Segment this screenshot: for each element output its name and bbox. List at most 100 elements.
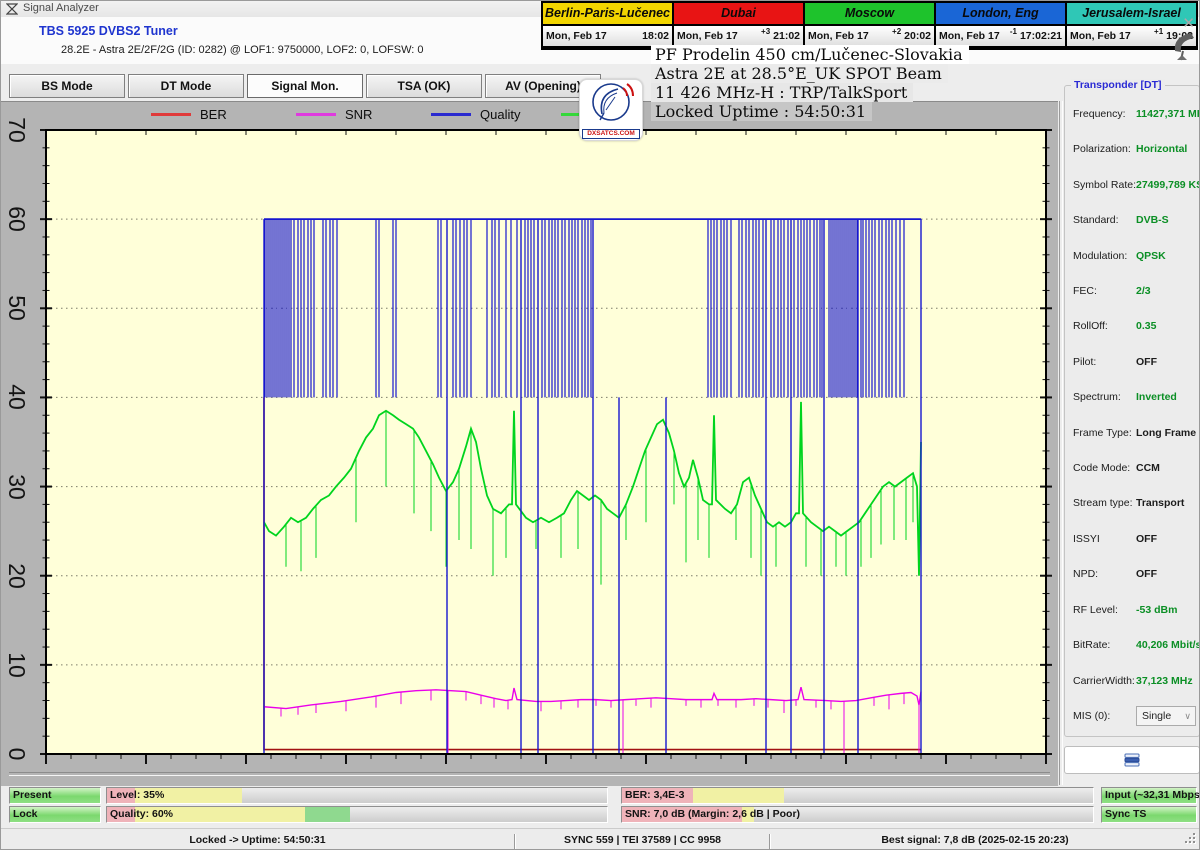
field-label: Pilot: xyxy=(1073,356,1096,368)
clock-city-label: London, Eng xyxy=(936,3,1065,24)
clock-utc-offset: +2 xyxy=(892,27,901,36)
field-value: OFF xyxy=(1136,356,1157,368)
clock-city-label: Berlin-Paris-Lučenec xyxy=(543,3,672,24)
tuner-name: TBS 5925 DVBS2 Tuner xyxy=(39,24,178,38)
clock-time: 20:02 xyxy=(904,30,931,42)
transponder-field-mis-0: MIS (0): Single∨ xyxy=(1073,708,1199,724)
transponder-field-spectrum: Spectrum: Inverted xyxy=(1073,389,1199,405)
world-clocks-panel: Berlin-Paris-LučenecMon, Feb 1718:02Duba… xyxy=(541,1,1198,50)
mode-button-bs-mode[interactable]: BS Mode xyxy=(9,74,125,98)
transponder-field-modulation: Modulation: QPSK xyxy=(1073,248,1199,264)
field-label: Spectrum: xyxy=(1073,391,1121,403)
bar-label: Quality: 60% xyxy=(110,808,173,820)
transponder-field-symbol-rate: Symbol Rate:27499,789 KS/s xyxy=(1073,177,1199,193)
caption-line: 11 426 MHz-H : TRP/TalkSport xyxy=(651,83,913,102)
caption-overlay: PF Prodelin 450 cm/Lučenec-SlovakiaAstra… xyxy=(651,45,969,121)
clock-date: Mon, Feb 17 xyxy=(677,30,761,42)
clock-time: 18:02 xyxy=(642,30,669,42)
satellite-dish-icon xyxy=(1169,29,1199,63)
clock-utc-offset: -1 xyxy=(1010,27,1017,36)
dxsatcs-logo: DXSATCS.COM xyxy=(579,79,643,141)
clock-time-row: Mon, Feb 17+321:02 xyxy=(674,24,803,46)
field-label: Code Mode: xyxy=(1073,462,1130,474)
app-icon xyxy=(6,3,18,15)
chart-panel: BERSNRQualityLevel 010203040506070 xyxy=(1,101,1058,786)
transponder-field-rf-level: RF Level: -53 dBm xyxy=(1073,602,1199,618)
clock-time-row: Mon, Feb 1718:02 xyxy=(543,24,672,46)
signal-analyzer-window: Signal Analyzer ✕ TBS 5925 DVBS2 Tuner 2… xyxy=(0,0,1200,850)
stream-record-icon xyxy=(1124,753,1140,767)
clock-berlin-paris-lu-enec: Berlin-Paris-LučenecMon, Feb 1718:02 xyxy=(543,3,672,48)
signal-chart xyxy=(1,102,1058,786)
field-value: -53 dBm xyxy=(1136,604,1177,616)
statusbar-section-2: Best signal: 7,8 dB (2025-02-15 20:23) xyxy=(771,829,1179,850)
meter-segment xyxy=(693,788,785,803)
tuner-details: 28.2E - Astra 2E/2F/2G (ID: 0282) @ LOF1… xyxy=(61,44,424,56)
meter-segment xyxy=(305,807,350,822)
window-title: Signal Analyzer xyxy=(23,2,99,14)
meter-bar-quality: Quality: 60% xyxy=(106,806,608,823)
field-value: Inverted xyxy=(1136,391,1177,403)
mode-buttons: BS ModeDT ModeSignal Mon.TSA (OK)AV (Ope… xyxy=(9,74,601,98)
transponder-field-code-mode: Code Mode:CCM xyxy=(1073,460,1199,476)
clock-utc-offset: +1 xyxy=(1154,27,1163,36)
field-label: Stream type: xyxy=(1073,497,1133,509)
clock-dubai: DubaiMon, Feb 17+321:02 xyxy=(672,3,803,48)
clock-time-row: Mon, Feb 17+220:02 xyxy=(805,24,934,46)
field-value: Transport xyxy=(1136,497,1184,509)
field-value: OFF xyxy=(1136,533,1157,545)
transponder-fields: Frequency:11427,371 MHzPolarization:Hori… xyxy=(1065,100,1199,726)
field-value: 0.35 xyxy=(1136,320,1156,332)
clock-city-label: Moscow xyxy=(805,3,934,24)
field-value: 27499,789 KS/s xyxy=(1136,179,1200,191)
clock-date: Mon, Feb 17 xyxy=(939,30,1010,42)
field-label: BitRate: xyxy=(1073,639,1110,651)
resize-grip[interactable] xyxy=(1183,832,1196,845)
transponder-field-npd: NPD:OFF xyxy=(1073,566,1199,582)
transponder-field-fec: FEC:2/3 xyxy=(1073,283,1199,299)
clock-utc-offset: +3 xyxy=(761,27,770,36)
field-label: MIS (0): xyxy=(1073,710,1110,722)
signal-bars-row-2: LockQuality: 60%SNR: 7,0 dB (Margin: 2,6… xyxy=(1,806,1200,823)
field-value: Long Frame xyxy=(1136,427,1196,439)
field-label: RF Level: xyxy=(1073,604,1118,616)
meter-bar-level: Level: 35% xyxy=(106,787,608,804)
mode-button-tsa-ok-[interactable]: TSA (OK) xyxy=(366,74,482,98)
dxsatcs-dish-icon xyxy=(582,80,640,124)
bar-label: Level: 35% xyxy=(110,789,164,801)
status-bar-sync: Sync TS xyxy=(1101,806,1197,823)
status-bar: Locked -> Uptime: 54:50:31SYNC 559 | TEI… xyxy=(1,828,1200,850)
bar-label: BER: 3,4E-3 xyxy=(625,789,685,801)
statusbar-section-0: Locked -> Uptime: 54:50:31 xyxy=(1,829,514,850)
transponder-title: Transponder [DT] xyxy=(1071,79,1165,91)
transponder-field-carrierwidth: CarrierWidth:37,123 MHz xyxy=(1073,673,1199,689)
mis-select[interactable]: Single∨ xyxy=(1136,706,1196,726)
ts-capture-button[interactable] xyxy=(1064,746,1200,774)
bar-label: Present xyxy=(13,789,52,801)
clock-moscow: MoscowMon, Feb 17+220:02 xyxy=(803,3,934,48)
meter-bar-ber: BER: 3,4E-3 xyxy=(621,787,1094,804)
field-label: Frequency: xyxy=(1073,108,1126,120)
status-bar-lock: Lock xyxy=(9,806,101,823)
transponder-field-rolloff: RollOff:0.35 xyxy=(1073,318,1199,334)
clock-time: 17:02:21 xyxy=(1020,30,1062,42)
chart-separator xyxy=(9,772,1050,776)
field-label: ISSYI xyxy=(1073,533,1100,545)
mode-button-dt-mode[interactable]: DT Mode xyxy=(128,74,244,98)
caption-line: PF Prodelin 450 cm/Lučenec-Slovakia xyxy=(651,45,969,64)
bar-label: Sync TS xyxy=(1105,808,1146,820)
caption-line: Locked Uptime : 54:50:31 xyxy=(651,102,872,121)
transponder-field-polarization: Polarization:Horizontal xyxy=(1073,141,1199,157)
field-value: QPSK xyxy=(1136,250,1166,262)
field-label: Modulation: xyxy=(1073,250,1127,262)
field-label: Frame Type: xyxy=(1073,427,1132,439)
close-icon[interactable]: ✕ xyxy=(1182,14,1195,32)
field-label: FEC: xyxy=(1073,285,1097,297)
transponder-field-standard: Standard:DVB-S xyxy=(1073,212,1199,228)
mode-button-signal-mon-[interactable]: Signal Mon. xyxy=(247,74,363,98)
bar-label: Input (~32,31 Mbps) xyxy=(1105,789,1200,801)
transponder-field-issyi: ISSYI OFF xyxy=(1073,531,1199,547)
panel-divider xyxy=(1059,101,1063,785)
field-label: Standard: xyxy=(1073,214,1119,226)
field-value: Horizontal xyxy=(1136,143,1187,155)
